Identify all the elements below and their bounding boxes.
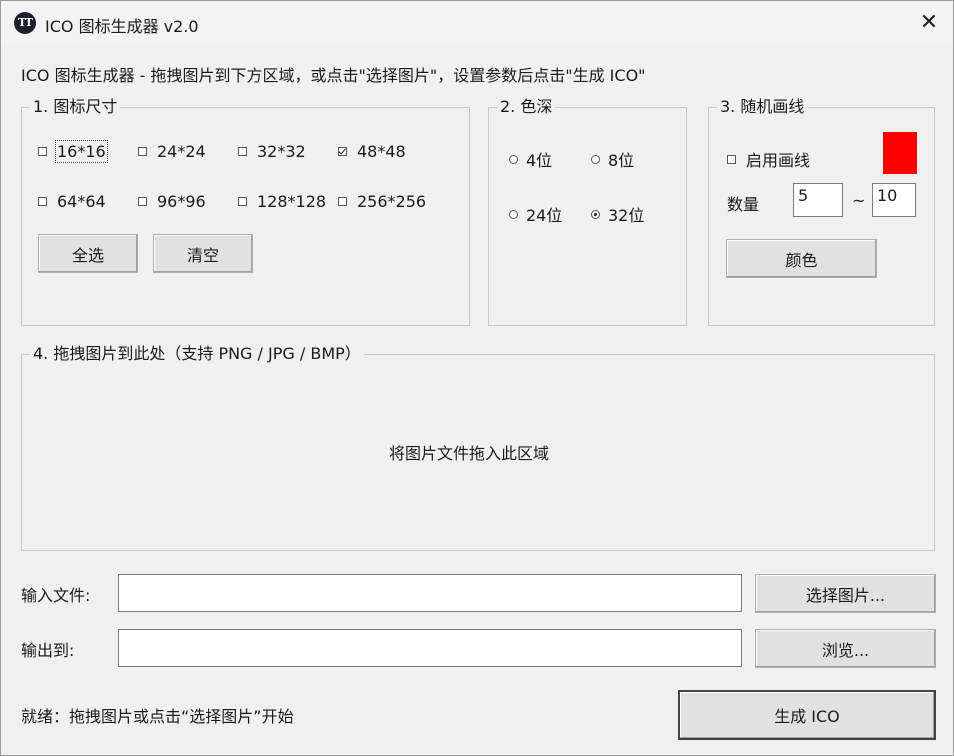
checkbox-box[interactable] xyxy=(138,197,147,206)
size-checkbox-256[interactable]: 256*256 xyxy=(338,192,426,211)
checkbox-label: 256*256 xyxy=(357,192,427,211)
checkbox-box[interactable] xyxy=(238,197,247,206)
close-button[interactable]: ✕ xyxy=(907,5,951,41)
select-all-button[interactable]: 全选 xyxy=(38,234,138,273)
output-label: 输出到: xyxy=(21,641,75,660)
line-color-swatch xyxy=(883,132,917,174)
icon-size-legend: 1. 图标尺寸 xyxy=(30,98,121,116)
checkbox-box-checked[interactable] xyxy=(338,147,347,156)
app-window: TT ICO 图标生成器 v2.0 ✕ ICO 图标生成器 - 拖拽图片到下方区… xyxy=(0,0,954,756)
size-checkbox-16[interactable]: 16*16 xyxy=(38,140,108,163)
checkbox-label: 128*128 xyxy=(257,192,327,211)
status-text: 就绪：拖拽图片或点击“选择图片”开始 xyxy=(21,707,294,726)
checkbox-label: 48*48 xyxy=(357,142,406,161)
depth-radio-24[interactable]: 24位 xyxy=(509,202,562,226)
checkbox-label: 16*16 xyxy=(55,140,108,163)
radio-label: 4位 xyxy=(526,151,553,170)
clear-button[interactable]: 清空 xyxy=(153,234,253,273)
drop-zone[interactable]: 4. 拖拽图片到此处（支持 PNG / JPG / BMP） 将图片文件拖入此区… xyxy=(21,345,935,551)
color-button[interactable]: 颜色 xyxy=(726,239,877,278)
checkbox-box[interactable] xyxy=(38,147,47,156)
range-tilde: ~ xyxy=(852,191,866,210)
min-count-input[interactable]: 5 xyxy=(793,183,843,217)
checkbox-box[interactable] xyxy=(138,147,147,156)
checkbox-label: 32*32 xyxy=(257,142,306,161)
input-file-field[interactable] xyxy=(118,574,742,612)
size-checkbox-32[interactable]: 32*32 xyxy=(238,142,306,161)
radio-circle[interactable] xyxy=(509,209,518,219)
generate-ico-button[interactable]: 生成 ICO xyxy=(678,690,936,740)
drop-zone-hint: 将图片文件拖入此区域 xyxy=(389,444,550,463)
color-depth-legend: 2. 色深 xyxy=(497,98,556,116)
radio-label: 8位 xyxy=(608,151,635,170)
instructions-text: ICO 图标生成器 - 拖拽图片到下方区域，或点击"选择图片"，设置参数后点击"… xyxy=(21,66,646,85)
random-lines-group: 3. 随机画线 启用画线 数量 5 ~ 10 颜色 xyxy=(708,98,935,326)
radio-label: 24位 xyxy=(526,206,563,225)
output-path-field[interactable] xyxy=(118,629,742,667)
icon-size-group: 1. 图标尺寸 16*16 24*24 32*32 48*48 64*64 96… xyxy=(21,98,470,326)
size-checkbox-64[interactable]: 64*64 xyxy=(38,192,106,211)
checkbox-box[interactable] xyxy=(238,147,247,156)
depth-radio-4[interactable]: 4位 xyxy=(509,147,552,171)
radio-circle[interactable] xyxy=(509,154,518,164)
size-checkbox-24[interactable]: 24*24 xyxy=(138,142,206,161)
depth-radio-8[interactable]: 8位 xyxy=(591,147,634,171)
radio-circle-selected[interactable] xyxy=(591,209,600,219)
count-label: 数量 xyxy=(727,195,760,214)
enable-lines-checkbox[interactable]: 启用画线 xyxy=(727,147,810,171)
max-count-input[interactable]: 10 xyxy=(872,183,916,217)
app-logo-icon: TT xyxy=(14,12,36,34)
select-image-button[interactable]: 选择图片... xyxy=(755,574,936,613)
size-checkbox-48[interactable]: 48*48 xyxy=(338,142,406,161)
checkbox-box[interactable] xyxy=(38,197,47,206)
size-checkbox-96[interactable]: 96*96 xyxy=(138,192,206,211)
checkbox-label: 96*96 xyxy=(157,192,206,211)
checkbox-label: 启用画线 xyxy=(746,151,811,170)
radio-label: 32位 xyxy=(608,206,645,225)
title-bar: TT ICO 图标生成器 v2.0 ✕ xyxy=(1,1,953,45)
color-depth-group: 2. 色深 4位 8位 24位 32位 xyxy=(488,98,687,326)
random-lines-legend: 3. 随机画线 xyxy=(717,98,808,116)
depth-radio-32[interactable]: 32位 xyxy=(591,202,644,226)
checkbox-label: 64*64 xyxy=(57,192,106,211)
checkbox-label: 24*24 xyxy=(157,142,206,161)
window-title: ICO 图标生成器 v2.0 xyxy=(45,17,199,36)
size-checkbox-128[interactable]: 128*128 xyxy=(238,192,326,211)
checkbox-box[interactable] xyxy=(727,154,736,164)
drop-zone-legend: 4. 拖拽图片到此处（支持 PNG / JPG / BMP） xyxy=(30,345,364,363)
input-file-label: 输入文件: xyxy=(21,586,91,605)
browse-button[interactable]: 浏览... xyxy=(755,629,936,668)
checkbox-box[interactable] xyxy=(338,197,347,206)
radio-circle[interactable] xyxy=(591,154,600,164)
